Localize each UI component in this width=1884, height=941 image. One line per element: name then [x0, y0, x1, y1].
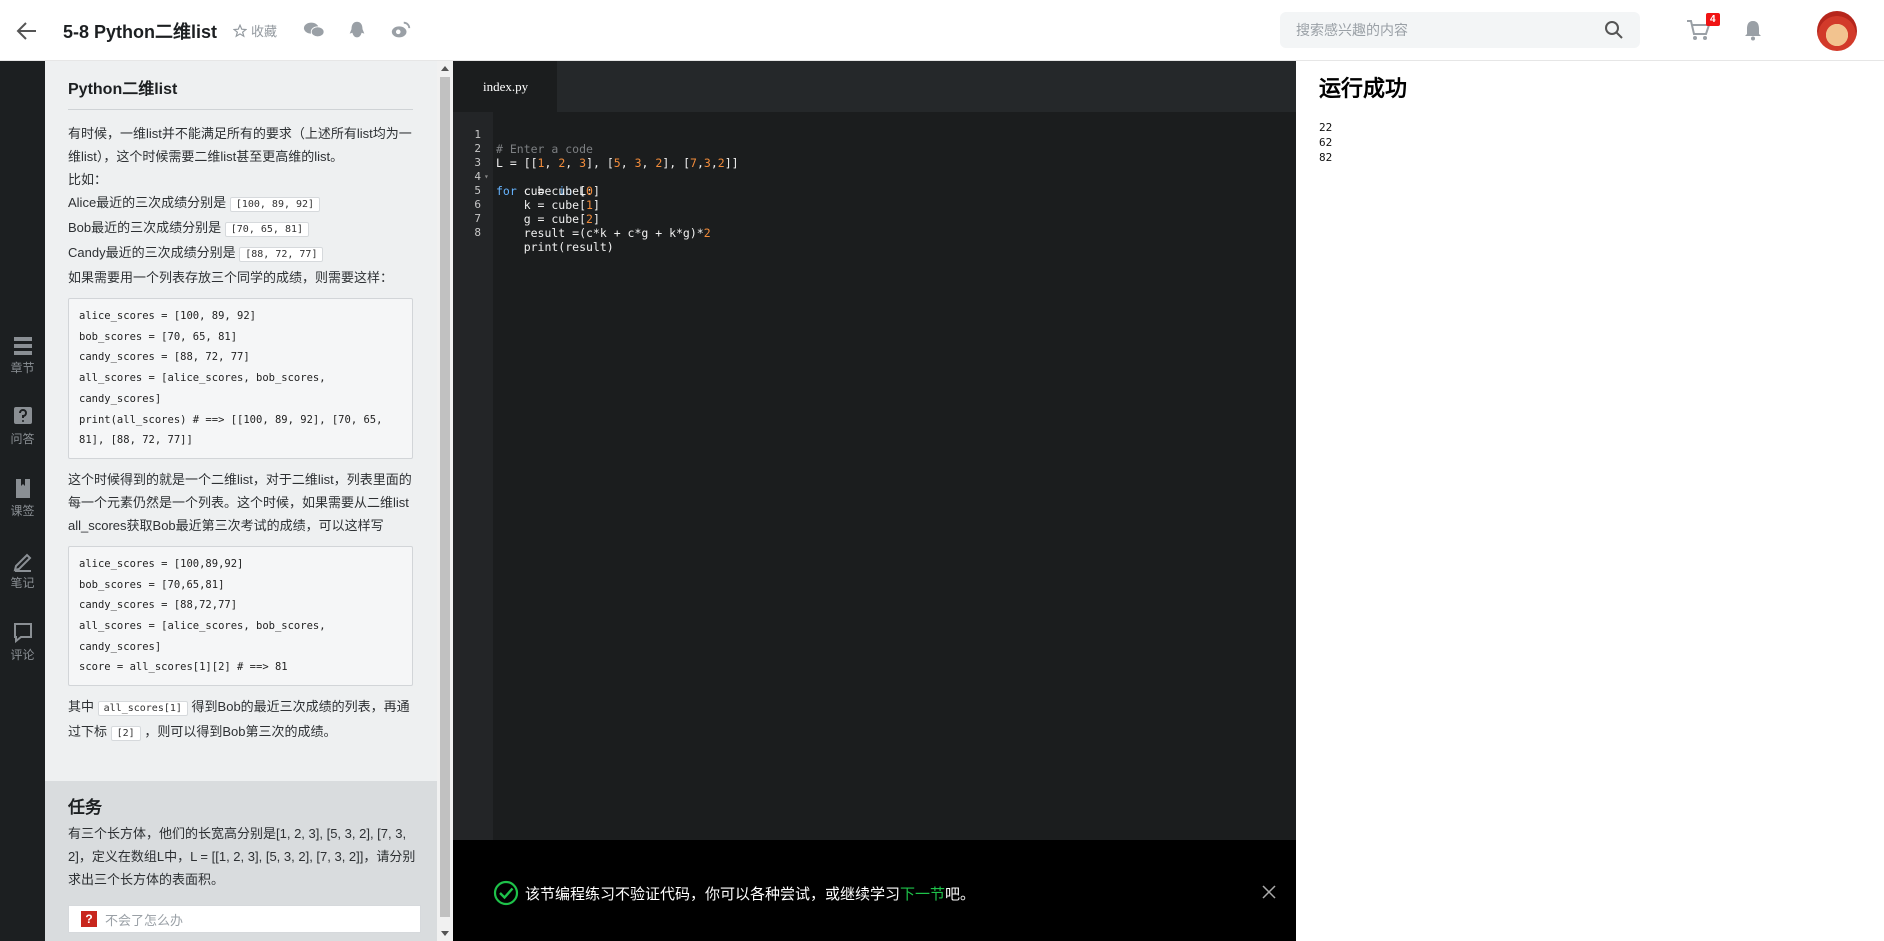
back-arrow-icon[interactable] [14, 18, 40, 44]
scroll-down-arrow-icon[interactable] [441, 931, 449, 936]
favorite-label: 收藏 [251, 24, 278, 39]
lesson-title: Python二维list [68, 75, 413, 110]
search-icon[interactable] [1604, 20, 1624, 40]
code-content: result =(c*k + c*g + k*g)*2 [496, 226, 711, 240]
lesson-explain: 这个时候得到的就是一个二维list，对于二维list，列表里面的每一个元素仍然是… [68, 471, 412, 533]
lesson-panel: Python二维list 有时候，一维list并不能满足所有的要求（上述所有li… [45, 61, 437, 941]
editor-tab-bar: index.py [453, 61, 1296, 112]
task-heading: 任务 [68, 798, 102, 817]
code-example-2: alice_scores = [100,89,92] bob_scores = … [68, 545, 413, 687]
code-token: print(result) [496, 240, 614, 254]
output-panel: 运行成功 22 62 82 [1296, 61, 1884, 941]
code-line: 8 print(result) [453, 212, 1296, 254]
lesson-need-text: 如果需要用一个列表存放三个同学的成绩，则需要这样： [68, 270, 394, 285]
lesson-bob-line: Bob最近的三次成绩分别是 [70, 65, 81] [68, 216, 421, 241]
console-message-text: 该节编程练习不验证代码，你可以各种尝试，或继续学习 [525, 885, 901, 903]
rail-item-comments[interactable]: 评论 [0, 622, 45, 663]
code-line: 7 result =(c*k + c*g + k*g)*2 [453, 198, 1296, 240]
lesson-intro: 有时候，一维list并不能满足所有的要求（上述所有list均为一维list），这… [68, 126, 412, 164]
final-post: ，则可以得到Bob第三次的成绩。 [144, 724, 337, 740]
code-line: 6 g = cube[2] [453, 184, 1296, 226]
comment-icon [13, 623, 32, 644]
code-example-1: alice_scores = [100, 89, 92] bob_scores … [68, 298, 413, 459]
console-message: 该节编程练习不验证代码，你可以各种尝试，或继续学习下一节吧。 [493, 880, 975, 906]
code-text-area[interactable]: 1 # Enter a code 2 L = [[1, 2, 3], [5, 3… [453, 114, 1296, 254]
lesson-candy-line: Candy最近的三次成绩分别是 [88, 72, 77] [68, 241, 421, 266]
rail-item-bookmark[interactable]: 课签 [0, 478, 45, 519]
next-lesson-link[interactable]: 下一节 [900, 886, 945, 903]
lesson-alice-line: Alice最近的三次成绩分别是 [100, 89, 92] [68, 191, 421, 216]
cart-badge: 4 [1706, 13, 1720, 26]
rail-item-label: 评论 [10, 648, 35, 662]
weibo-icon[interactable] [390, 19, 412, 41]
rail-item-label: 课签 [10, 504, 35, 518]
alice-text: Alice最近的三次成绩分别是 [68, 195, 227, 210]
question-icon [13, 407, 32, 424]
code-content: print(result) [496, 240, 614, 254]
wechat-icon[interactable] [303, 19, 325, 41]
code-line: 4 c = cube[0] [453, 156, 1296, 198]
rail-item-label: 章节 [10, 361, 35, 375]
course-title: 5-8 Python二维list [63, 22, 218, 42]
pencil-icon [13, 553, 31, 572]
user-avatar[interactable] [1817, 11, 1857, 51]
final-pre: 其中 [68, 699, 95, 715]
rail-item-qa[interactable]: 问答 [0, 406, 45, 447]
scroll-up-arrow-icon[interactable] [441, 66, 449, 71]
code-line: 1 # Enter a code [453, 114, 1296, 156]
code-token: result =(c*k + c*g + k*g)* [496, 226, 704, 240]
output-line: 22 [1319, 121, 1333, 134]
help-placeholder: 不会了怎么办 [105, 912, 184, 928]
inline-code: [100, 89, 92] [229, 197, 321, 212]
search-box [1280, 12, 1640, 48]
bob-text: Bob最近的三次成绩分别是 [68, 220, 222, 235]
output-lines: 22 62 82 [1319, 120, 1332, 165]
help-input[interactable]: ? 不会了怎么办 [68, 905, 421, 933]
console-suffix: 吧。 [945, 885, 976, 903]
scrollbar-thumb[interactable] [440, 77, 450, 917]
close-icon[interactable] [1262, 885, 1276, 899]
question-mark-icon: ? [81, 911, 97, 927]
rail-item-label: 问答 [10, 432, 35, 446]
inline-code: [70, 65, 81] [224, 222, 310, 237]
lesson-final: 其中 all_scores[1] 得到Bob的最近三次成绩的列表，再通过下标 [… [68, 695, 421, 745]
bookmark-icon [15, 479, 30, 498]
inline-code: [2] [110, 726, 141, 742]
output-title: 运行成功 [1319, 76, 1408, 101]
output-line: 82 [1319, 151, 1333, 164]
lesson-content: Python二维list 有时候，一维list并不能满足所有的要求（上述所有li… [45, 61, 437, 781]
task-text: 有三个长方体，他们的长宽高分别是[1, 2, 3], [5, 3, 2], [7… [68, 826, 416, 887]
code-line: 3 ▾ for cube in L: [453, 142, 1296, 198]
favorite-button[interactable]: 收藏 [233, 21, 277, 40]
inline-code: [88, 72, 77] [239, 247, 324, 262]
search-input[interactable] [1296, 20, 1596, 40]
rail-item-chapters[interactable]: 章节 [0, 335, 45, 376]
output-line: 62 [1319, 136, 1333, 149]
left-nav-rail: 章节 问答 课签 笔记 评论 [0, 61, 45, 941]
code-token: 2 [703, 226, 711, 240]
code-line: 2 L = [[1, 2, 3], [5, 3, 2], [7,3,2]] [453, 128, 1296, 170]
tab-index-py[interactable]: index.py [453, 61, 557, 112]
console-bar: 该节编程练习不验证代码，你可以各种尝试，或继续学习下一节吧。 [453, 840, 1296, 941]
lesson-scrollbar[interactable] [437, 61, 453, 941]
check-circle-icon [493, 880, 519, 906]
code-line: 5 k = cube[1] [453, 170, 1296, 212]
console-text: 该节编程练习不验证代码，你可以各种尝试，或继续学习下一节吧。 [525, 883, 975, 904]
top-bar: 5-8 Python二维list 收藏 4 [0, 0, 1884, 61]
code-editor: index.py 1 # Enter a code 2 L = [[1, 2, … [453, 61, 1296, 941]
rail-item-notes[interactable]: 笔记 [0, 550, 45, 591]
candy-text: Candy最近的三次成绩分别是 [68, 245, 236, 260]
bell-icon[interactable] [1742, 19, 1764, 41]
star-icon [233, 23, 247, 38]
line-number: 8 [474, 226, 481, 239]
rail-item-label: 笔记 [10, 576, 35, 590]
chapter-icon [13, 337, 32, 355]
qq-icon[interactable] [346, 19, 368, 41]
inline-code: all_scores[1] [97, 701, 188, 717]
lesson-example-lead: 比如： [68, 172, 108, 187]
